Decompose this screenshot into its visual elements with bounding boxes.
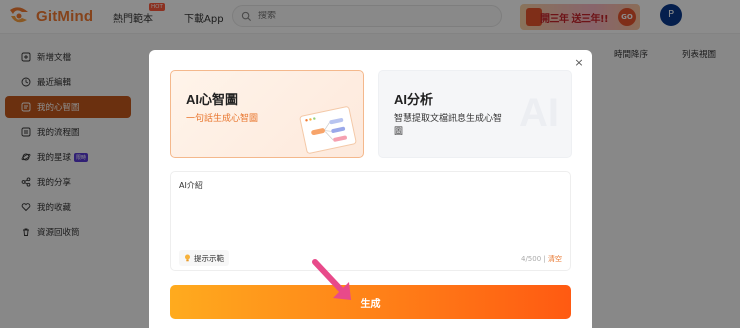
prompt-example-button[interactable]: 提示示範 [179,250,229,266]
card-title: AI分析 [394,92,434,107]
prompt-example-label: 提示示範 [194,253,224,263]
lightbulb-icon [185,254,190,262]
card-subtitle: 智慧提取文檔訊息生成心智圖 [394,114,503,137]
card-subtitle: 一句話生成心智圖 [186,114,259,124]
ai-create-dialog: × AI心智圖 一句話生成心智圖 AI AI分析 智慧提取文檔訊息生成心智圖 A… [149,50,592,328]
ai-analysis-card[interactable]: AI AI分析 智慧提取文檔訊息生成心智圖 [378,70,572,158]
prompt-input[interactable]: AI介紹 [179,180,559,240]
mindmap-illustration-icon [299,106,357,154]
ai-watermark: AI [519,91,559,135]
ai-mindmap-card[interactable]: AI心智圖 一句話生成心智圖 [170,70,364,158]
card-title: AI心智圖 [186,92,239,107]
char-counter: 4/500 | 清空 [521,255,562,263]
prompt-input-box: AI介紹 提示示範 4/500 | 清空 [170,171,571,271]
clear-button[interactable]: 清空 [548,255,562,263]
close-button[interactable]: × [573,56,585,69]
char-count: 4/500 [521,255,542,263]
generate-button[interactable]: 生成 [170,285,571,319]
pointer-arrow-icon [312,259,351,300]
